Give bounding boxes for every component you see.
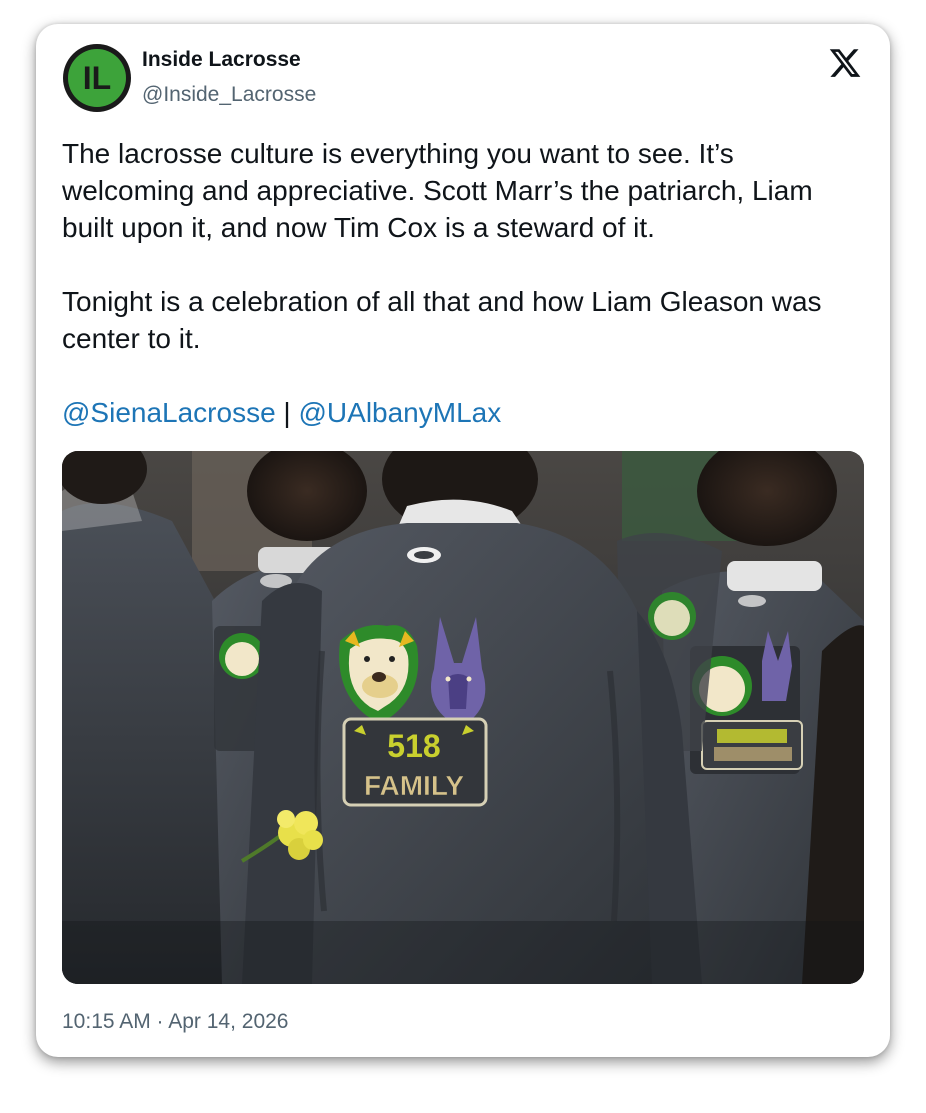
mention-separator: | [275, 397, 299, 428]
tweet-paragraph: The lacrosse culture is everything you w… [62, 138, 813, 243]
tweet-photo[interactable]: 518 FAMILY [62, 451, 864, 984]
x-logo-icon[interactable] [828, 46, 862, 80]
tweet-paragraph: Tonight is a celebration of all that and… [62, 286, 822, 354]
author-name[interactable]: Inside Lacrosse [142, 48, 301, 72]
photo-image: 518 FAMILY [62, 451, 864, 984]
shirt-text-family: FAMILY [364, 770, 464, 801]
tweet-card[interactable]: IL Inside Lacrosse @Inside_Lacrosse The … [36, 24, 890, 1057]
avatar-initials: IL [83, 60, 111, 96]
mentions-line: @SienaLacrosse | @UAlbanyMLax [62, 394, 862, 431]
tweet-timestamp[interactable]: 10:15 AM · Apr 14, 2026 [62, 1010, 289, 1034]
mention-link-ualbany[interactable]: @UAlbanyMLax [299, 397, 502, 428]
shirt-text-518: 518 [387, 728, 440, 764]
avatar[interactable]: IL [62, 43, 132, 113]
author-handle[interactable]: @Inside_Lacrosse [142, 83, 316, 107]
mention-link-siena[interactable]: @SienaLacrosse [62, 397, 276, 428]
tweet-text: The lacrosse culture is everything you w… [62, 135, 862, 431]
